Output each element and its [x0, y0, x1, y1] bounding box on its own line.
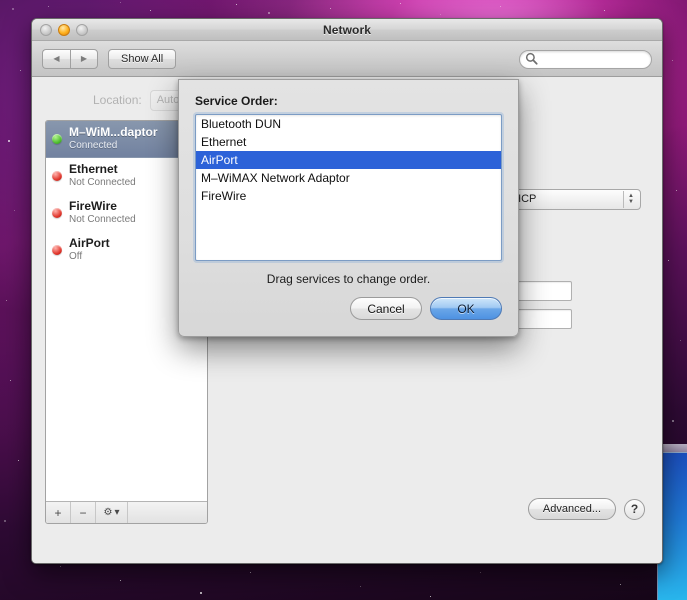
service-texts: FireWire Not Connected [69, 200, 136, 225]
star [120, 580, 122, 582]
window-titlebar[interactable]: Network [32, 19, 662, 41]
service-order-list[interactable]: Bluetooth DUN Ethernet AirPort M–WiMAX Netw… [195, 114, 502, 261]
star [668, 260, 670, 262]
star [500, 6, 502, 8]
service-name: M–WiM...daptor [69, 126, 158, 140]
service-state: Connected [69, 140, 118, 152]
service-order-item[interactable]: M–WiMAX Network Adaptor [196, 169, 501, 187]
star [12, 8, 14, 10]
star [60, 566, 62, 568]
star [250, 572, 252, 574]
back-button[interactable]: ◀ [42, 48, 70, 69]
service-order-sheet: Service Order: Bluetooth DUN Ethernet AirP… [178, 79, 519, 337]
star [672, 60, 674, 62]
star [360, 586, 362, 588]
star [480, 572, 482, 574]
status-dot-green-icon [52, 134, 62, 144]
star [120, 2, 122, 4]
advanced-row: Advanced... ? [527, 498, 645, 520]
star [400, 3, 402, 5]
star [6, 300, 8, 302]
star [330, 8, 332, 10]
service-state: Not Connected [69, 214, 136, 226]
status-dot-red-icon [52, 171, 62, 181]
service-texts: AirPort Off [69, 237, 110, 262]
star [604, 10, 606, 12]
service-name: Ethernet [69, 163, 118, 177]
service-order-item[interactable]: Ethernet [196, 133, 501, 151]
desktop: Network ◀ ▶ Show All Location: Automatic [0, 0, 687, 600]
close-button-icon[interactable] [40, 24, 52, 36]
star [236, 4, 238, 6]
star [680, 340, 682, 342]
remove-service-button[interactable]: − [71, 502, 96, 523]
sheet-buttons: Cancel OK [195, 297, 502, 320]
star [18, 460, 20, 462]
star [200, 592, 202, 594]
star [48, 6, 50, 8]
help-button[interactable]: ? [624, 498, 645, 520]
star [440, 14, 442, 16]
star [20, 70, 22, 72]
cancel-button[interactable]: Cancel [350, 297, 422, 320]
stepper-arrows-icon: ▲ ▼ [623, 190, 638, 208]
service-state: Off [69, 251, 83, 263]
minimize-button-icon[interactable] [58, 24, 70, 36]
ok-button[interactable]: OK [430, 297, 502, 320]
zoom-button-icon[interactable] [76, 24, 88, 36]
service-texts: Ethernet Not Connected [69, 163, 136, 188]
star [150, 10, 152, 12]
search-field-wrapper [519, 49, 652, 69]
star [672, 420, 674, 422]
service-order-item[interactable]: Bluetooth DUN [196, 115, 501, 133]
network-preferences-window: Network ◀ ▶ Show All Location: Automatic [31, 18, 663, 564]
star [4, 520, 6, 522]
window-toolbar: ◀ ▶ Show All [32, 41, 662, 77]
star [14, 210, 16, 212]
chevron-down-icon: ▾ [114, 507, 120, 518]
service-order-label: Service Order: [195, 94, 278, 108]
star [620, 584, 622, 586]
star [430, 596, 432, 598]
location-label: Location: [93, 93, 142, 107]
star [10, 380, 12, 382]
advanced-button[interactable]: Advanced... [527, 498, 616, 520]
show-all-button[interactable]: Show All [108, 48, 177, 69]
service-name: AirPort [69, 237, 110, 251]
add-service-button[interactable]: + [46, 502, 71, 523]
drag-hint-text: Drag services to change order. [266, 272, 431, 286]
service-action-menu-button[interactable]: ⚙ ▾ [96, 502, 128, 523]
window-title: Network [322, 22, 372, 37]
forward-button[interactable]: ▶ [70, 48, 98, 69]
service-state: Not Connected [69, 177, 136, 189]
status-dot-red-icon [52, 245, 62, 255]
service-order-item[interactable]: FireWire [196, 187, 501, 205]
navigation-segmented-control: ◀ ▶ [42, 48, 98, 69]
star [8, 140, 10, 142]
service-order-item[interactable]: AirPort [196, 151, 501, 169]
star [268, 12, 270, 14]
search-input[interactable] [519, 49, 652, 69]
service-name: FireWire [69, 200, 117, 214]
service-texts: M–WiM...daptor Connected [69, 126, 158, 151]
status-dot-red-icon [52, 208, 62, 218]
star [676, 190, 678, 192]
sidebar-footer: + − ⚙ ▾ [46, 501, 207, 523]
gear-icon: ⚙ [103, 507, 113, 518]
